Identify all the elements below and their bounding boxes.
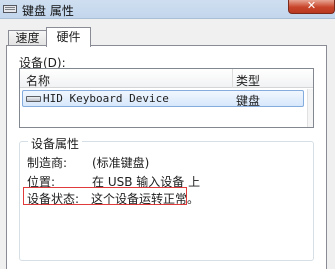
keyboard-app-icon bbox=[3, 5, 17, 13]
manufacturer-label: 制造商: bbox=[27, 156, 68, 170]
list-item[interactable]: HID Keyboard Device 键盘 bbox=[22, 90, 304, 108]
status-value: 这个设备运转正常。 bbox=[91, 192, 200, 206]
tab-speed[interactable]: 速度 bbox=[8, 30, 47, 46]
keyboard-icon bbox=[26, 96, 41, 102]
device-list[interactable]: 名称 类型 HID Keyboard Device 键盘 bbox=[19, 68, 314, 128]
column-header-type[interactable]: 类型 bbox=[236, 72, 260, 89]
column-header-name[interactable]: 名称 bbox=[26, 72, 50, 89]
status-label: 设备状态: bbox=[27, 192, 80, 206]
list-header: 名称 类型 bbox=[20, 69, 313, 88]
device-type: 键盘 bbox=[236, 94, 261, 108]
list-scroll-area[interactable] bbox=[307, 89, 313, 127]
window-title: 键盘 属性 bbox=[22, 4, 74, 18]
tab-hardware[interactable]: 硬件 bbox=[46, 27, 91, 47]
column-separator[interactable] bbox=[232, 69, 233, 88]
title-bar[interactable]: 键盘 属性 ✕ bbox=[0, 0, 335, 19]
manufacturer-value: (标准键盘) bbox=[92, 156, 150, 170]
device-properties-title: 设备属性 bbox=[28, 135, 83, 152]
device-name: HID Keyboard Device bbox=[43, 92, 169, 105]
close-button[interactable]: ✕ bbox=[288, 0, 335, 14]
